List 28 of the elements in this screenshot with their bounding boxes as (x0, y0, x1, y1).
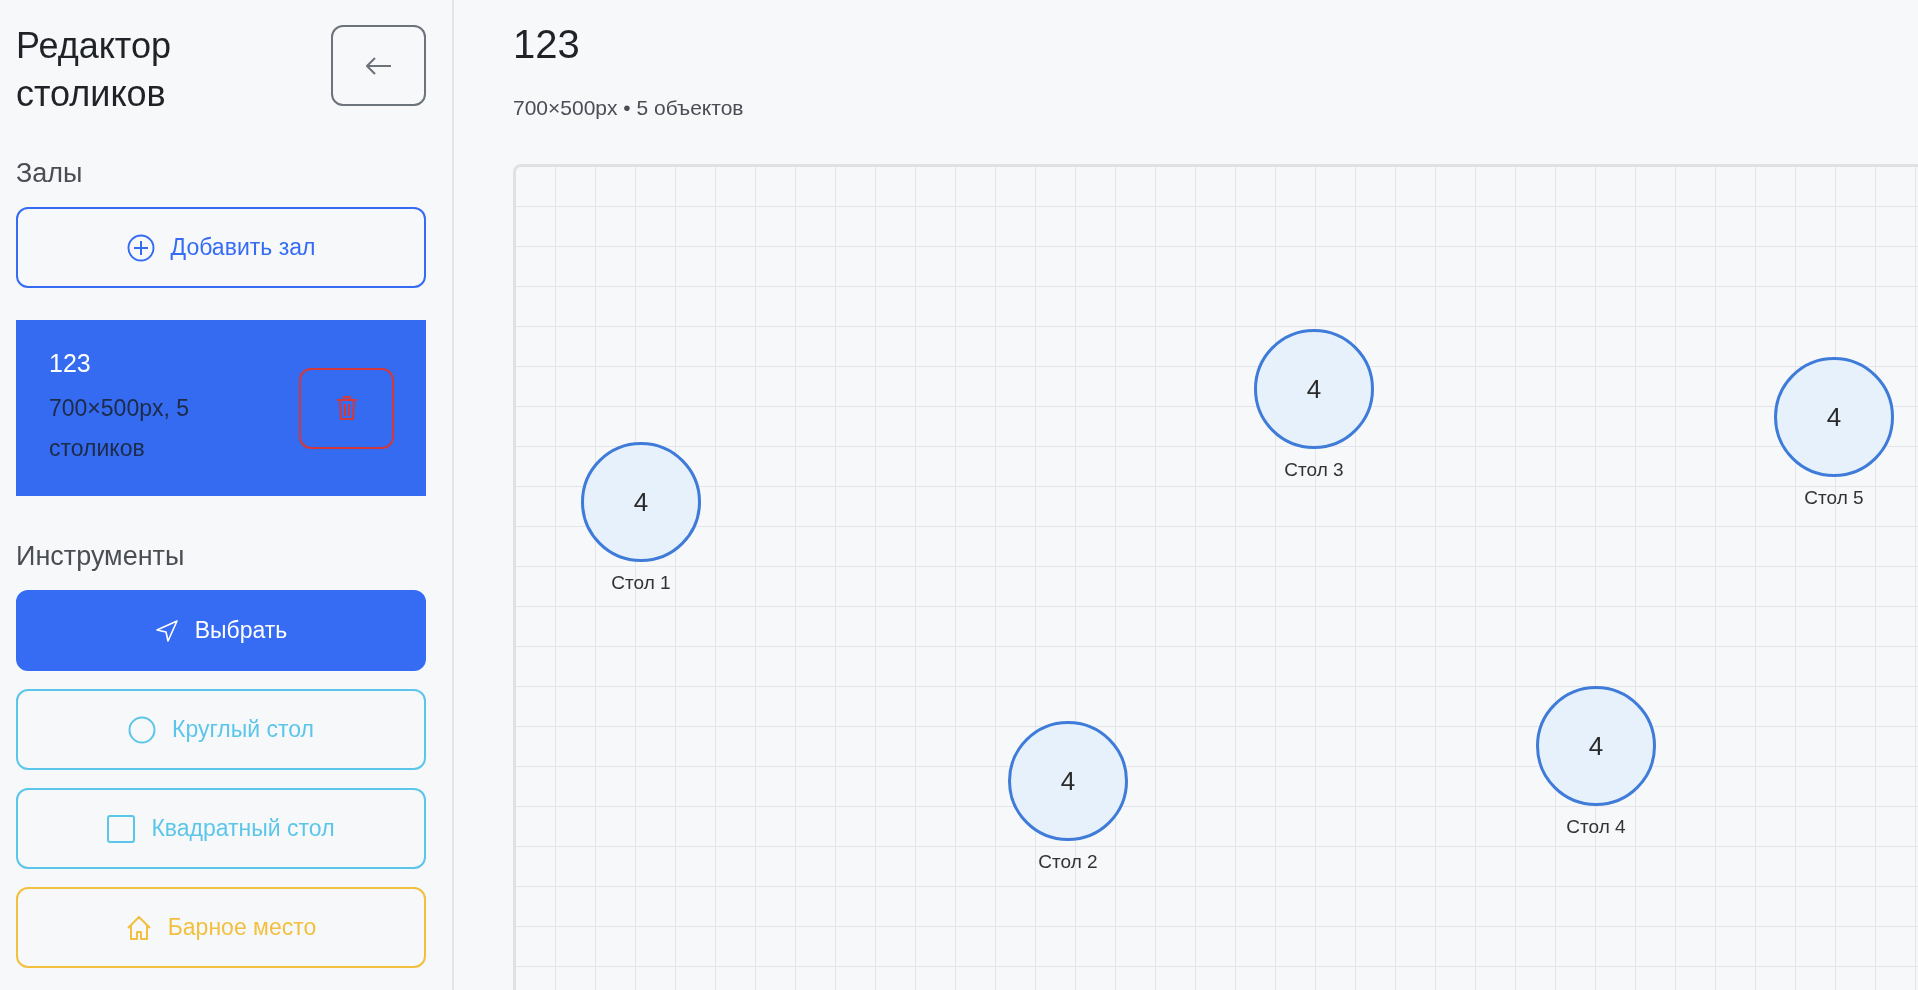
hall-item[interactable]: 123 700×500px, 5 столиков (16, 320, 426, 496)
hall-name: 123 (49, 348, 92, 378)
sidebar-title: Редактор столиков (16, 24, 172, 116)
circle-icon (128, 715, 156, 744)
table-label: Стол 5 (1804, 487, 1864, 509)
hall-info: 700×500px, 5 столиков (49, 393, 191, 463)
table-label: Стол 4 (1566, 816, 1626, 838)
table-shape[interactable]: 4 (581, 442, 701, 562)
send-arrow-icon (154, 618, 179, 643)
table-shape[interactable]: 4 (1254, 329, 1374, 449)
add-hall-button[interactable]: Добавить зал (16, 207, 426, 288)
tool-button[interactable]: Выбрать (16, 590, 426, 671)
section-heading: Инструменты (16, 541, 186, 572)
table-shape[interactable]: 4 (1008, 721, 1128, 841)
back-button[interactable] (331, 25, 426, 106)
table-label: Стол 1 (611, 572, 671, 594)
house-icon (125, 914, 152, 941)
hall-subtitle: 700×500px • 5 объектов (513, 96, 745, 120)
back-arrow-icon (365, 56, 392, 75)
table-label: Стол 3 (1284, 459, 1344, 481)
trash-icon (335, 395, 358, 421)
table-label: Стол 2 (1038, 851, 1098, 873)
plus-circle-icon (126, 233, 155, 262)
section-heading: Залы (16, 158, 84, 189)
table-shape[interactable]: 4 (1536, 686, 1656, 806)
square-icon (107, 814, 136, 843)
hall-title: 123 (513, 21, 581, 68)
table-shape[interactable]: 4 (1774, 357, 1894, 477)
